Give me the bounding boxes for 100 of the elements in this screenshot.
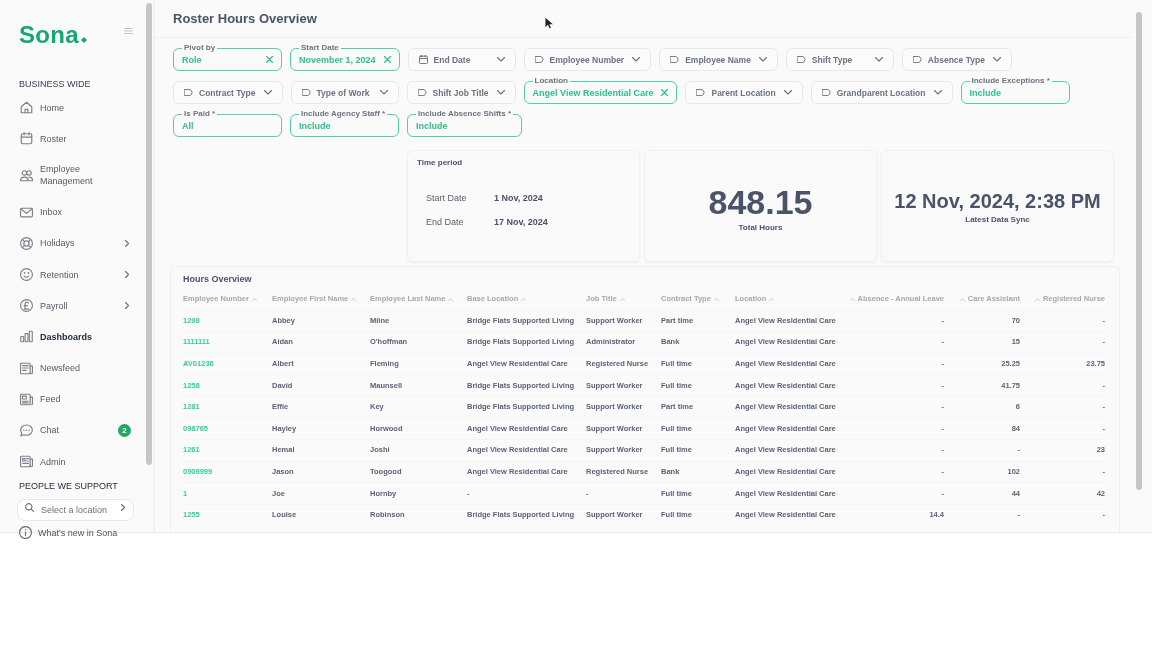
filter-dropdown[interactable]: Employee Number [523,48,652,71]
filter-dropdown[interactable]: Grandparent Location [810,81,953,104]
nav-item[interactable]: Chat 2 [17,414,134,447]
count-badge: 2 [118,423,131,437]
chevron-down-icon [632,57,641,62]
filter-label: Is Paid * [183,109,217,119]
filter-field[interactable]: Include Absence Shifts * Include [407,109,523,137]
filter-field[interactable]: Include Agency Staff * Include [290,109,399,137]
clear-icon[interactable] [266,56,273,63]
search-icon [25,502,34,512]
chevron-down-icon [496,57,505,62]
chat-bubble-icon [20,423,33,437]
nav-item[interactable]: Roster [17,123,134,155]
home-icon [20,101,33,115]
stat-label: Total Hours [738,223,783,233]
tag-icon [796,56,806,63]
filter-label: Include Exceptions * [970,76,1051,86]
logo-text: Sona [19,22,79,48]
nav-item[interactable]: Newsfeed [17,352,134,384]
filter-label: Include Agency Staff * [300,109,387,119]
chevron-down-icon [263,90,272,95]
filter-dropdown[interactable]: End Date [407,48,516,71]
filter-field[interactable]: Start Date November 1, 2024 [290,43,400,71]
whats-new-link[interactable]: What's new in Sona [17,526,118,540]
section-heading: PEOPLE WE SUPPORT [18,480,118,493]
bar-chart-icon [20,330,33,344]
filter-label: Include Absence Shifts * [417,109,513,119]
menu-icon[interactable] [124,28,133,34]
filter-field[interactable]: Include Exceptions * Include [960,76,1070,104]
filter-dropdown[interactable]: Shift Type [785,48,894,71]
chevron-down-icon [992,57,1001,62]
filter-value: Include [299,119,331,132]
filter-dropdown[interactable]: Parent Location [685,81,803,104]
tag-icon [696,89,706,96]
filter-dropdown[interactable]: Type of Work [290,81,399,104]
nav-item[interactable]: Home [17,92,134,124]
filter-dropdown[interactable]: Contract Type [173,81,283,104]
filter-dropdown[interactable]: Shift Job Title [406,81,516,104]
tag-icon [912,56,922,63]
chevron-down-icon [783,90,792,95]
chevron-down-icon [933,90,942,95]
tag-icon [670,56,680,63]
location-search-field[interactable]: Select a location [17,499,134,522]
nav-item[interactable]: Dashboards [17,321,134,353]
mouse-pointer-icon [545,17,553,29]
pound-coin-icon [20,299,33,313]
sort-icon [448,297,454,301]
filter-field[interactable]: Pivot by Role [173,43,282,71]
stat-value: 12 Nov, 2024, 2:38 PM [894,190,1101,212]
sort-icon [351,297,357,301]
newspaper-icon [20,455,33,469]
filter-value: Include [969,86,1001,99]
chevron-down-icon [758,57,767,62]
date-value: 17 Nov, 2024 [494,216,548,228]
date-label: End Date [426,216,464,228]
chevron-right-icon [125,239,129,247]
tag-icon [821,89,831,96]
filter-dropdown[interactable]: Employee Name [659,48,778,71]
sort-icon [769,297,775,301]
lifebuoy-icon [20,236,33,250]
smiley-icon [20,268,33,282]
info-icon [19,526,32,540]
nav-item[interactable]: Employee Management [17,154,134,197]
filter-value: Role [182,53,202,66]
tag-icon [184,89,193,96]
filter-value: November 1, 2024 [299,53,376,66]
sort-icon [251,297,257,301]
chevron-right-icon [121,503,125,511]
scrollbar[interactable] [1136,12,1142,490]
nav-item[interactable]: Inbox [17,196,134,228]
clear-icon[interactable] [661,89,669,96]
scrollbar[interactable] [146,3,152,465]
filter-field[interactable]: Location Angel View Residential Care [523,76,678,104]
page-title: Roster Hours Overview [173,10,317,27]
sort-icon [849,297,855,301]
newspaper-icon [20,392,33,406]
tag-icon [301,89,311,96]
date-label: Start Date [426,192,467,204]
nav-item[interactable]: Retention [17,258,134,291]
tag-icon [534,56,544,63]
table-title: Hours Overview [183,273,252,285]
nav-item[interactable]: Holidays [17,227,134,259]
filter-label: Start Date [300,43,340,53]
filter-label: Location [533,76,569,86]
newspaper-icon [20,361,33,375]
sort-icon [959,297,965,301]
nav-item[interactable]: Payroll [17,290,134,322]
nav-item[interactable]: Feed [17,383,134,415]
tag-icon [417,89,427,96]
chevron-down-icon [379,90,388,95]
filter-value: Include [416,119,448,132]
chevron-down-icon [874,57,883,62]
section-heading: BUSINESS WIDE [18,78,91,90]
filter-field[interactable]: Is Paid * All [173,109,282,137]
clear-icon[interactable] [383,56,391,63]
sort-icon [713,297,719,301]
stat-label: Latest Data Sync [965,215,1030,225]
nav-item[interactable]: Admin [17,446,134,478]
filter-dropdown[interactable]: Absence Type [901,48,1012,71]
card-title: Time period [417,158,463,168]
